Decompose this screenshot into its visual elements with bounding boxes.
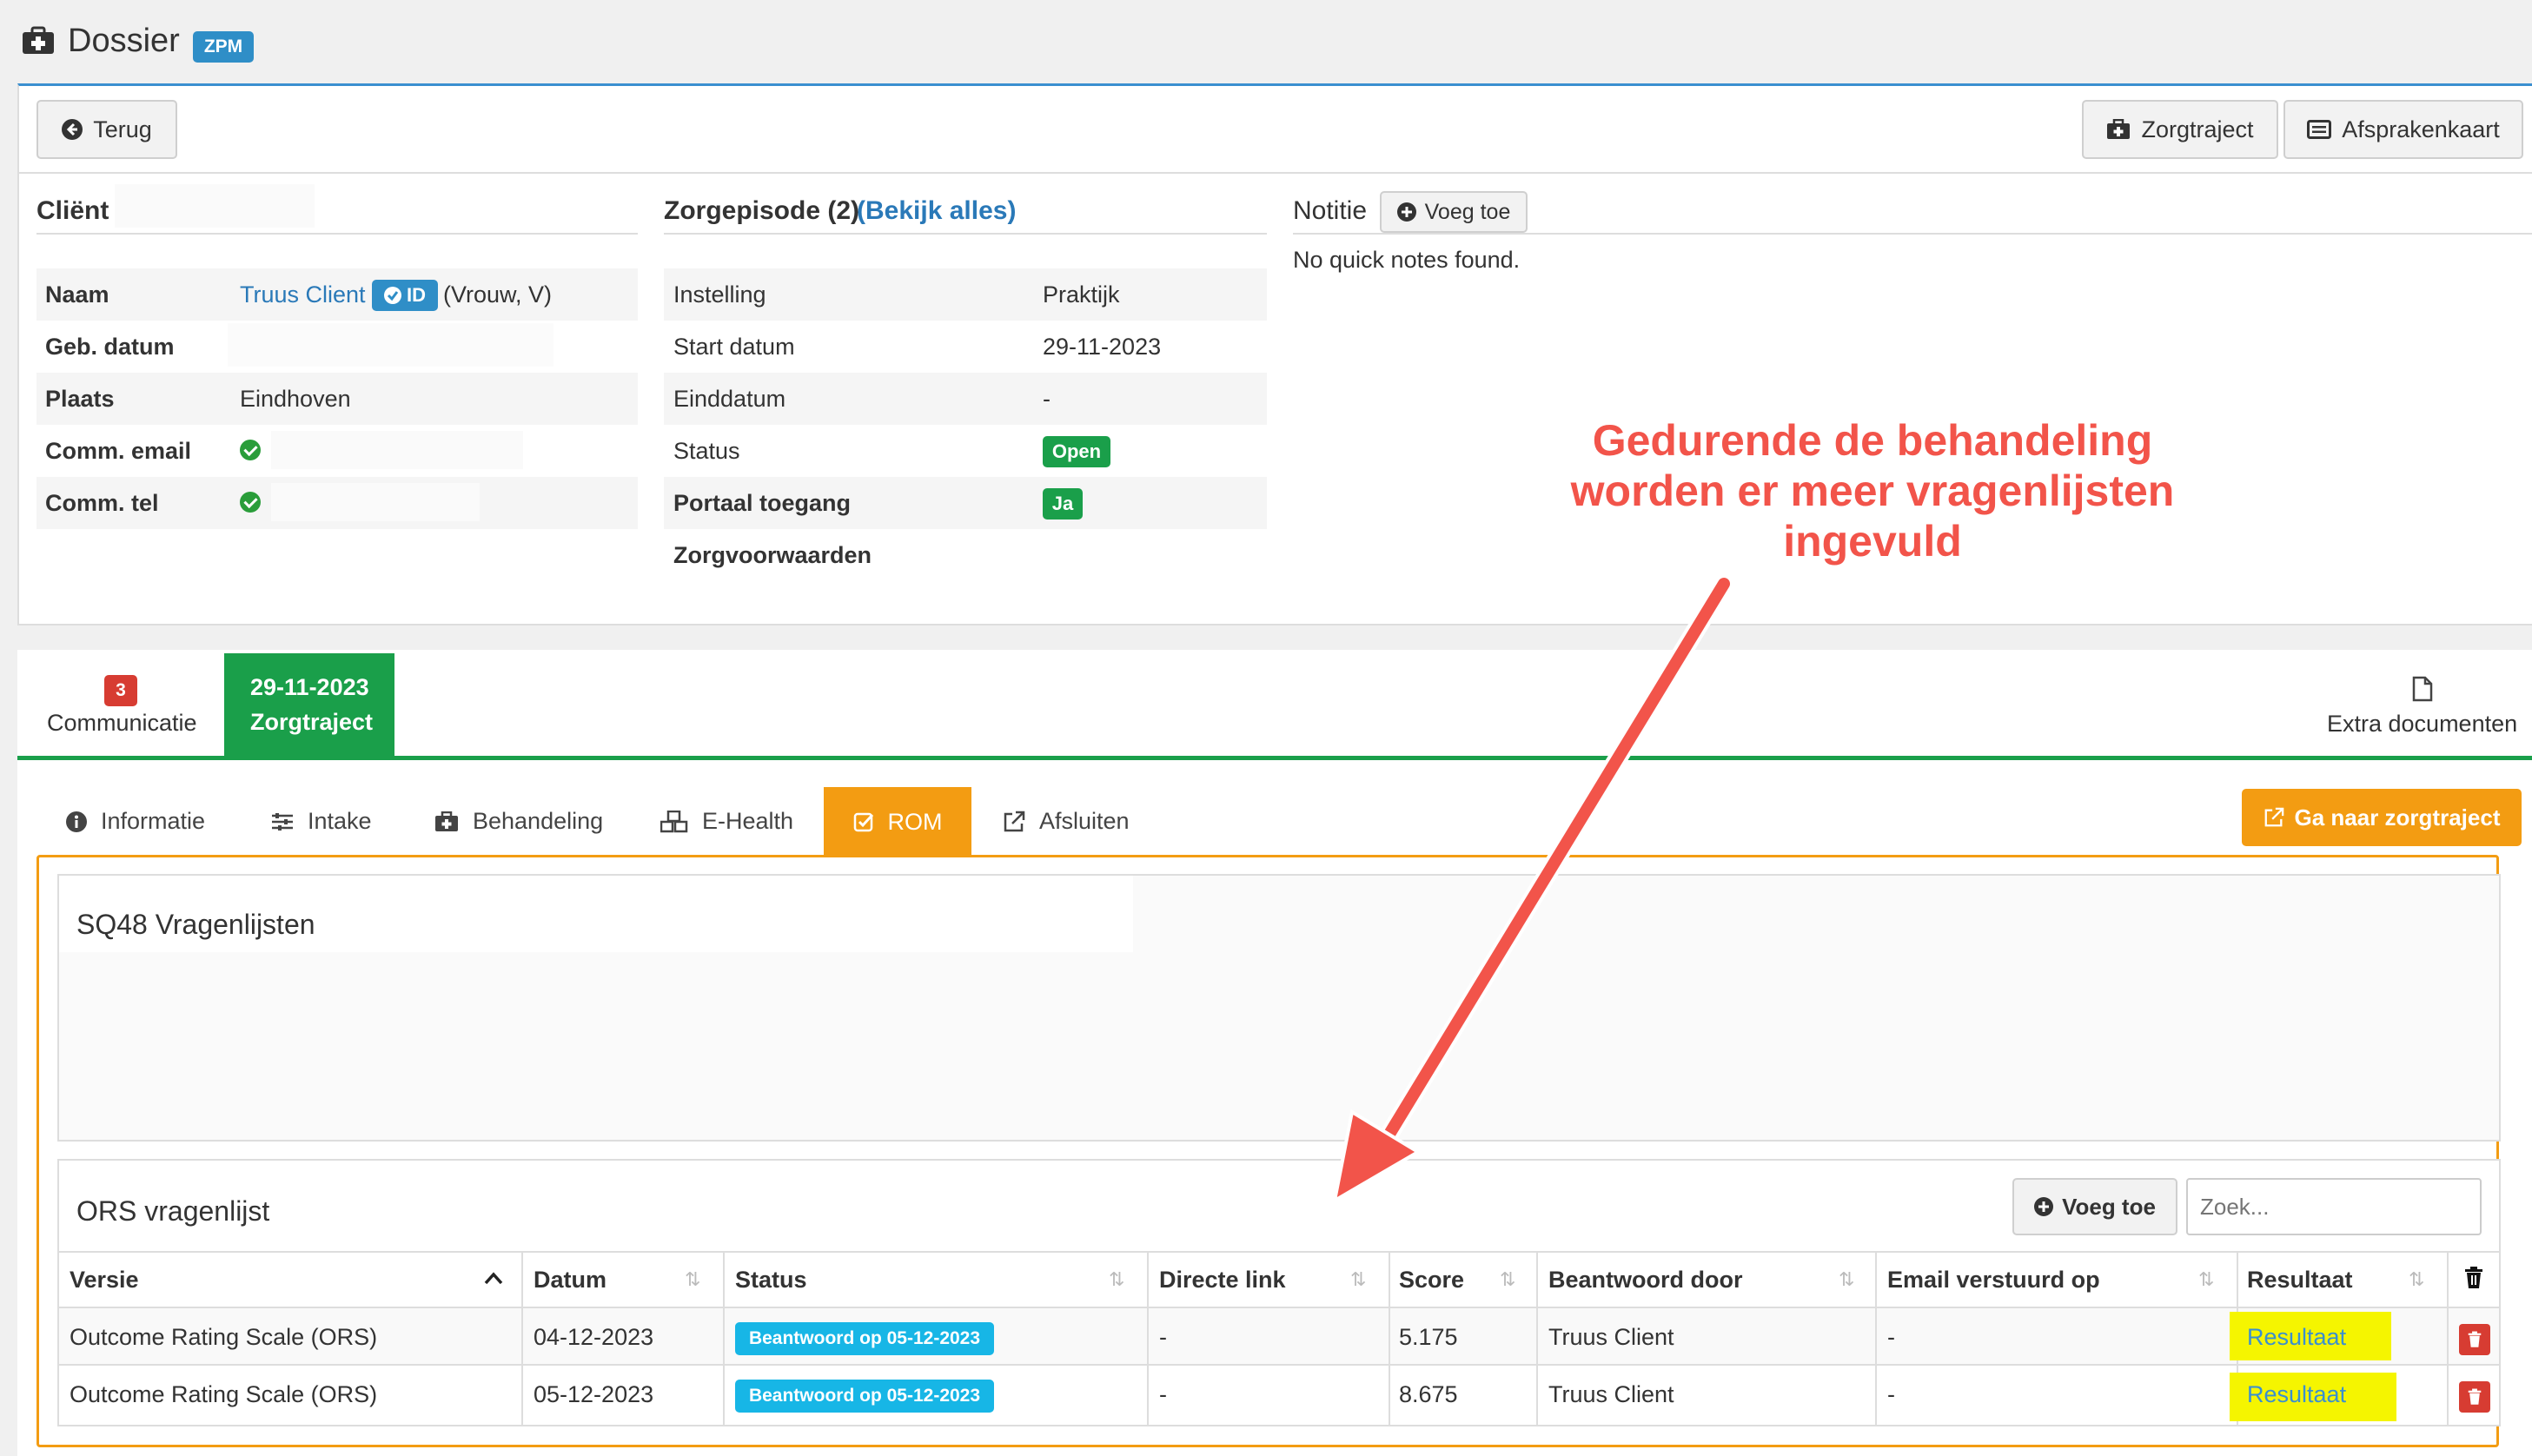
annotation-line-1: Gedurende de behandeling [1592,416,2153,465]
annotation-arrow [1332,574,1733,1204]
annotation-line-3: ingevuld [1783,517,1962,566]
annotation-line-2: worden er meer vragenlijsten [1570,467,2175,515]
